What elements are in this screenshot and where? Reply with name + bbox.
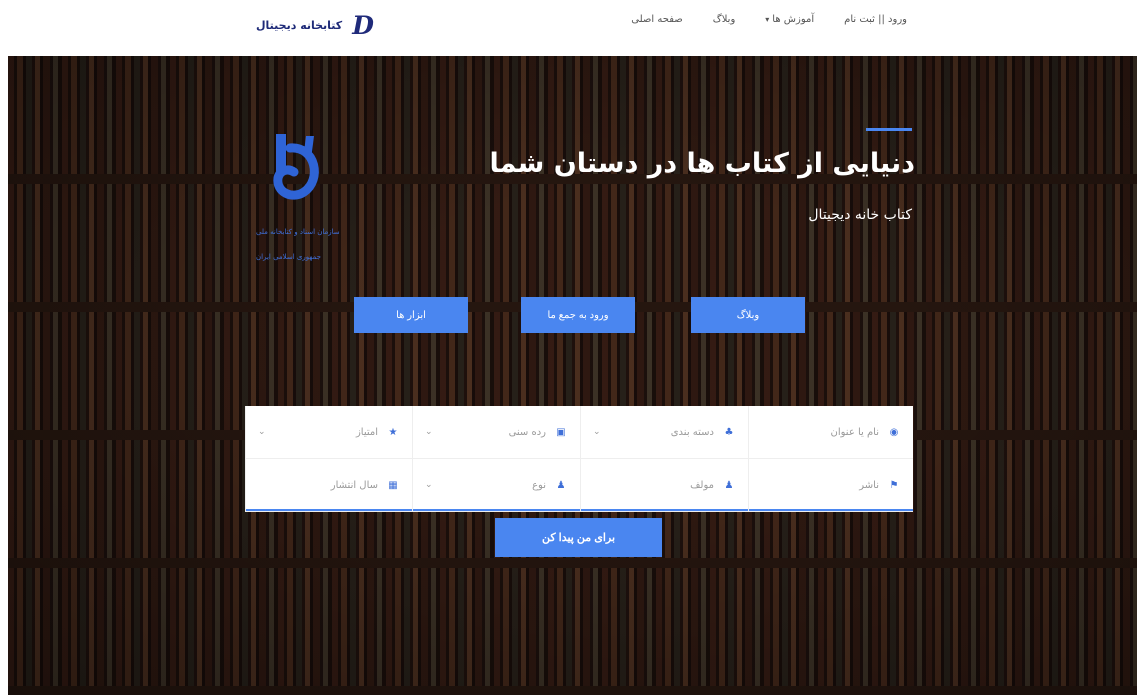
type-select[interactable]: ♟ نوع ⌄ <box>412 459 580 512</box>
chevron-down-icon: ⌄ <box>425 427 433 437</box>
chevron-down-icon: ⌄ <box>593 427 601 437</box>
calendar-icon: ▦ <box>388 479 398 491</box>
blog-button[interactable]: وبلاگ <box>691 297 805 333</box>
chevron-down-icon: ⌄ <box>425 480 433 490</box>
join-us-button[interactable]: ورود به جمع ما <box>521 297 635 333</box>
nav-tutorials-label: آموزش ها <box>772 14 815 25</box>
age-icon: ▣ <box>556 426 566 438</box>
chevron-down-icon: ⌄ <box>258 427 266 437</box>
caret-down-icon: ▾ <box>765 15 770 24</box>
logo-caption-2: جمهوری اسلامی ایران <box>256 253 321 261</box>
age-group-select[interactable]: ▣ رده سنی ⌄ <box>412 406 580 459</box>
hero-title: دنیایی از کتاب ها در دستان شما <box>489 148 915 179</box>
publisher-label: ناشر <box>859 479 879 491</box>
category-select[interactable]: ♣ دسته بندی ⌄ <box>580 406 748 459</box>
title-accent-line <box>866 128 912 131</box>
author-field[interactable]: ♟ مولف <box>580 459 748 512</box>
nav-login-register[interactable]: ورود || ثبت نام <box>844 14 907 25</box>
brand-name: کتابخانه دیجیتال <box>256 18 343 32</box>
category-icon: ♣ <box>724 426 734 438</box>
brand-logo[interactable]: D کتابخانه دیجیتال <box>256 10 374 40</box>
author-label: مولف <box>690 479 714 491</box>
rating-select[interactable]: ★ امتیاز ⌄ <box>245 406 412 459</box>
star-icon: ★ <box>388 426 398 438</box>
top-navbar: D کتابخانه دیجیتال صفحه اصلی وبلاگ آموزش… <box>0 0 1137 56</box>
search-icon: ◉ <box>889 426 899 438</box>
hero-subtitle: کتاب خانه دیجیتال <box>808 207 912 223</box>
type-label: نوع <box>532 479 546 491</box>
author-icon: ♟ <box>724 479 734 491</box>
publication-year-field[interactable]: ▦ سال انتشار <box>245 459 412 512</box>
type-icon: ♟ <box>556 479 566 491</box>
publication-year-label: سال انتشار <box>330 479 378 491</box>
publisher-field[interactable]: ⚑ ناشر <box>748 459 913 512</box>
nav-blog[interactable]: وبلاگ <box>713 14 736 25</box>
library-logo-icon <box>273 134 319 200</box>
find-for-me-button[interactable]: برای من پیدا کن <box>495 518 662 557</box>
rating-label: امتیاز <box>355 426 378 438</box>
nav-home[interactable]: صفحه اصلی <box>631 14 682 25</box>
title-search-field[interactable]: ◉ نام یا عنوان <box>748 406 913 459</box>
logo-caption-1: سازمان اسناد و کتابخانه ملی <box>256 228 340 236</box>
brand-mark: D <box>352 10 374 40</box>
category-label: دسته بندی <box>670 426 714 438</box>
main-nav: صفحه اصلی وبلاگ آموزش ها▾ ورود || ثبت نا… <box>631 14 907 25</box>
publisher-icon: ⚑ <box>889 479 899 491</box>
search-filter-panel: ◉ نام یا عنوان ♣ دسته بندی ⌄ ▣ رده سنی ⌄… <box>245 406 913 512</box>
age-group-label: رده سنی <box>508 426 546 438</box>
tools-button[interactable]: ابزار ها <box>354 297 468 333</box>
title-search-label: نام یا عنوان <box>830 426 879 438</box>
nav-tutorials[interactable]: آموزش ها▾ <box>765 14 814 25</box>
